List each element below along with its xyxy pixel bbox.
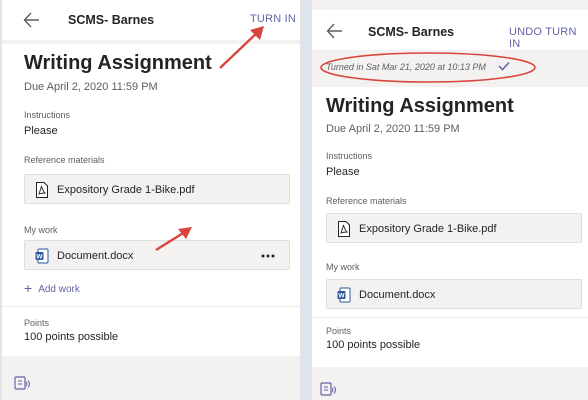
due-date: Due April 2, 2020 11:59 PM <box>326 123 460 135</box>
annotation-arrow-icon <box>155 227 192 252</box>
right-assignment-panel: SCMS- Barnes UNDO TURN IN Turned in Sat … <box>312 0 588 400</box>
annotation-oval-icon <box>320 52 536 83</box>
plus-icon: + <box>24 280 33 296</box>
undo-turn-in-button[interactable]: UNDO TURN IN <box>509 26 588 50</box>
points-text: 100 points possible <box>24 331 119 343</box>
add-work-label: Add work <box>38 284 80 295</box>
my-work-label: My work <box>24 225 58 235</box>
due-date: Due April 2, 2020 11:59 PM <box>24 81 158 93</box>
my-work-label: My work <box>326 262 360 272</box>
reference-file-card[interactable]: Expository Grade 1-Bike.pdf <box>326 213 582 243</box>
assignment-details: Writing Assignment Due April 2, 2020 11:… <box>2 44 300 356</box>
immersive-reader-icon[interactable] <box>320 382 338 398</box>
divider <box>312 317 588 318</box>
assignment-details: Writing Assignment Due April 2, 2020 11:… <box>312 87 588 367</box>
work-file-name: Document.docx <box>359 289 436 301</box>
points-label: Points <box>326 326 352 336</box>
add-work-button[interactable]: + Add work <box>24 280 80 296</box>
team-name: SCMS- Barnes <box>368 25 455 39</box>
svg-text:W: W <box>36 254 43 261</box>
svg-text:W: W <box>338 293 345 300</box>
reference-materials-label: Reference materials <box>326 196 407 206</box>
more-options-icon[interactable] <box>261 254 275 258</box>
annotation-arrow-icon <box>219 26 264 69</box>
instructions-label: Instructions <box>326 151 373 161</box>
instructions-text: Please <box>24 125 58 137</box>
immersive-reader-icon[interactable] <box>14 376 32 392</box>
work-file-name: Document.docx <box>57 250 134 262</box>
pdf-file-icon <box>36 182 48 198</box>
assignment-title: Writing Assignment <box>24 52 212 74</box>
word-doc-icon: W <box>337 287 351 303</box>
pdf-file-icon <box>338 221 350 237</box>
reference-materials-label: Reference materials <box>24 155 105 165</box>
reference-file-name: Expository Grade 1-Bike.pdf <box>359 223 497 235</box>
header-bar: SCMS- Barnes UNDO TURN IN <box>312 10 588 50</box>
team-name: SCMS- Barnes <box>68 13 155 27</box>
points-text: 100 points possible <box>326 339 421 351</box>
divider <box>2 306 300 307</box>
arrow-left-icon[interactable] <box>326 22 344 40</box>
reference-file-name: Expository Grade 1-Bike.pdf <box>57 184 195 196</box>
assignment-title: Writing Assignment <box>326 95 514 117</box>
instructions-label: Instructions <box>24 110 71 120</box>
reference-file-card[interactable]: Expository Grade 1-Bike.pdf <box>24 174 290 204</box>
word-doc-icon: W <box>35 248 49 264</box>
arrow-left-icon[interactable] <box>23 11 41 29</box>
instructions-text: Please <box>326 166 360 178</box>
points-label: Points <box>24 318 50 328</box>
work-file-card[interactable]: W Document.docx <box>326 279 582 309</box>
left-assignment-panel: SCMS- Barnes TURN IN Writing Assignment … <box>2 0 300 400</box>
